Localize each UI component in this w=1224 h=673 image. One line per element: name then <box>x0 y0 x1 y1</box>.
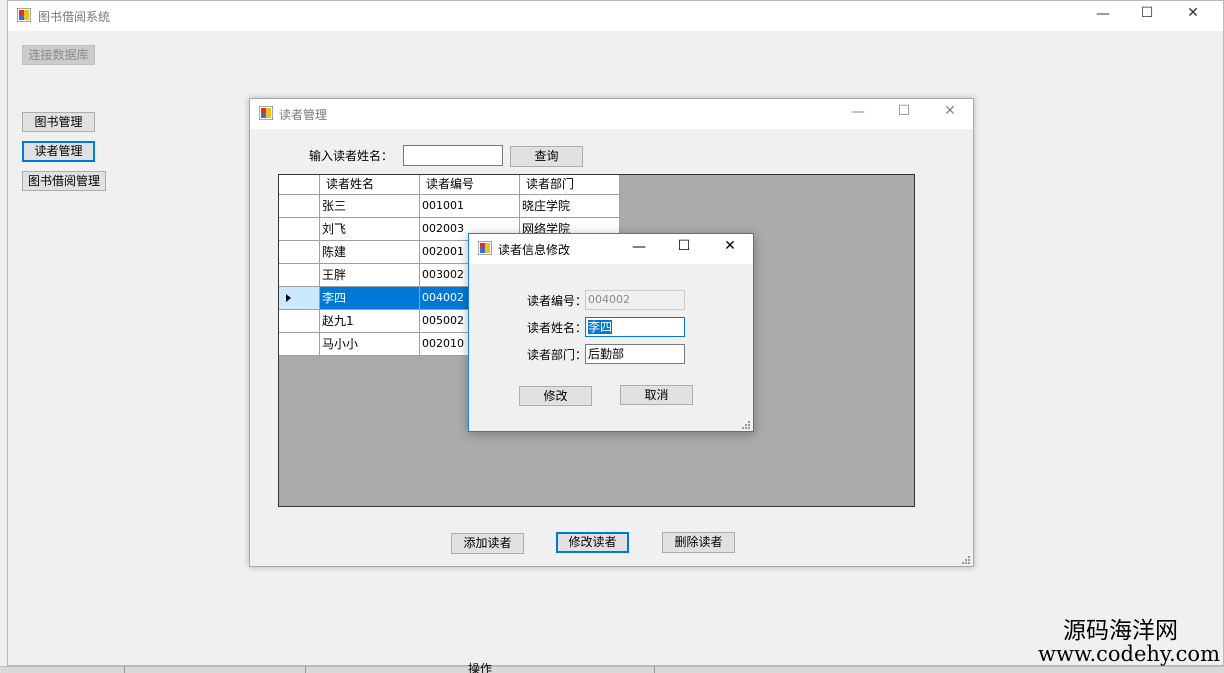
row-header[interactable] <box>279 241 320 264</box>
close-icon[interactable]: ✕ <box>936 103 964 121</box>
table-cell-id[interactable]: 001001 <box>420 195 520 218</box>
column-header-name[interactable]: 读者姓名 <box>320 175 420 195</box>
dialog-icon <box>478 241 492 255</box>
taskbar-divider <box>654 666 655 673</box>
book-management-button[interactable]: 图书管理 <box>22 112 95 132</box>
maximize-icon[interactable]: ☐ <box>890 103 918 121</box>
watermark-url: www.codehy.com <box>1038 642 1220 666</box>
row-header[interactable] <box>279 264 320 287</box>
reader-name-field-value: 李四 <box>588 320 613 334</box>
table-cell-name[interactable]: 张三 <box>320 195 420 218</box>
resize-grip-icon[interactable] <box>741 420 751 430</box>
search-input[interactable] <box>403 145 503 166</box>
close-icon[interactable]: ✕ <box>716 238 744 256</box>
maximize-icon[interactable]: ☐ <box>1133 5 1161 23</box>
window-icon <box>259 106 273 120</box>
reader-dept-field[interactable]: 后勤部 <box>585 344 685 364</box>
connect-database-button[interactable]: 连接数据库 <box>22 45 95 65</box>
table-cell-name[interactable]: 赵九1 <box>320 310 420 333</box>
add-reader-button[interactable]: 添加读者 <box>451 533 524 554</box>
column-header-dept[interactable]: 读者部门 <box>520 175 620 195</box>
taskbar-divider <box>124 666 125 673</box>
current-row-arrow-icon <box>286 294 291 302</box>
main-window-titlebar[interactable] <box>8 1 1223 31</box>
maximize-icon[interactable]: ☐ <box>670 238 698 256</box>
edit-dialog-title: 读者信息修改 <box>498 243 571 257</box>
desktop-screen: { "main_window": { "title": "图书借阅系统", "c… <box>0 0 1224 673</box>
app-icon <box>17 8 31 22</box>
reader-name-label: 读者姓名： <box>527 321 588 335</box>
taskbar-partial-label: 操作 <box>468 662 493 673</box>
reader-management-button[interactable]: 读者管理 <box>22 141 95 162</box>
table-cell-name[interactable]: 陈建 <box>320 241 420 264</box>
table-cell-name[interactable]: 马小小 <box>320 333 420 356</box>
column-header-id[interactable]: 读者编号 <box>420 175 520 195</box>
reader-dept-label: 读者部门： <box>527 348 588 362</box>
reader-window-title: 读者管理 <box>279 108 328 122</box>
close-icon[interactable]: ✕ <box>1179 5 1207 23</box>
delete-reader-button[interactable]: 删除读者 <box>662 532 735 553</box>
minimize-icon[interactable]: — <box>1089 6 1117 24</box>
reader-name-field[interactable]: 李四 <box>585 317 685 337</box>
table-cell-name[interactable]: 王胖 <box>320 264 420 287</box>
table-cell-dept[interactable]: 晓庄学院 <box>520 195 620 218</box>
main-window-title: 图书借阅系统 <box>38 10 111 24</box>
search-label: 输入读者姓名： <box>309 149 394 163</box>
borrow-management-button[interactable]: 图书借阅管理 <box>22 171 106 191</box>
minimize-icon[interactable]: — <box>625 239 653 257</box>
minimize-icon[interactable]: — <box>844 104 872 122</box>
reader-id-label: 读者编号： <box>527 294 588 308</box>
row-header[interactable] <box>279 195 320 218</box>
table-cell-name-selected[interactable]: 李四 <box>320 287 420 310</box>
reader-id-field: 004002 <box>585 290 685 310</box>
cancel-button[interactable]: 取消 <box>620 385 693 405</box>
taskbar-divider <box>305 666 306 673</box>
resize-grip-icon[interactable] <box>961 555 971 565</box>
row-header[interactable] <box>279 333 320 356</box>
row-header[interactable] <box>279 218 320 241</box>
row-header[interactable] <box>279 310 320 333</box>
taskbar-strip <box>0 666 1224 673</box>
edit-reader-button[interactable]: 修改读者 <box>556 532 629 553</box>
search-button[interactable]: 查询 <box>510 146 583 167</box>
grid-corner-header <box>279 175 320 195</box>
table-cell-name[interactable]: 刘飞 <box>320 218 420 241</box>
confirm-edit-button[interactable]: 修改 <box>519 386 592 406</box>
